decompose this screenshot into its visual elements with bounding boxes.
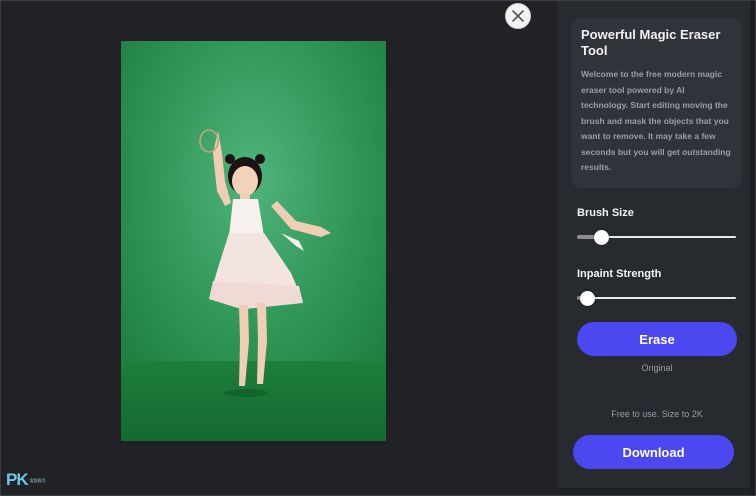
slider-thumb[interactable] bbox=[579, 291, 595, 306]
erase-button[interactable]: Erase bbox=[577, 322, 737, 356]
photo-girl-green-screen bbox=[121, 41, 386, 441]
close-icon bbox=[512, 10, 524, 22]
brush-size-slider[interactable] bbox=[577, 230, 736, 245]
panel-description: Welcome to the free modern magic eraser … bbox=[581, 69, 731, 172]
uploaded-photo[interactable] bbox=[121, 41, 386, 441]
original-toggle[interactable]: Original bbox=[577, 363, 737, 373]
watermark: PK 電腦應用 bbox=[6, 470, 46, 490]
close-button[interactable] bbox=[505, 3, 531, 29]
inpaint-strength-label: Inpaint Strength bbox=[577, 268, 662, 280]
tool-sidebar: Powerful Magic Eraser Tool Welcome to th… bbox=[557, 1, 750, 488]
watermark-logo: PK bbox=[6, 470, 29, 489]
info-card: Powerful Magic Eraser Tool Welcome to th… bbox=[571, 18, 742, 188]
slider-thumb[interactable] bbox=[594, 230, 610, 245]
download-button[interactable]: Download bbox=[573, 435, 734, 469]
canvas-area[interactable] bbox=[1, 1, 556, 495]
watermark-subtext: 電腦應用 bbox=[29, 477, 46, 483]
free-note: Free to use. Size to 2K bbox=[611, 409, 703, 419]
inpaint-strength-slider[interactable] bbox=[577, 291, 736, 306]
scrollbar-track[interactable] bbox=[750, 1, 755, 495]
brush-size-label: Brush Size bbox=[577, 207, 634, 219]
panel-title: Powerful Magic Eraser Tool bbox=[581, 27, 721, 58]
slider-track bbox=[577, 297, 736, 299]
